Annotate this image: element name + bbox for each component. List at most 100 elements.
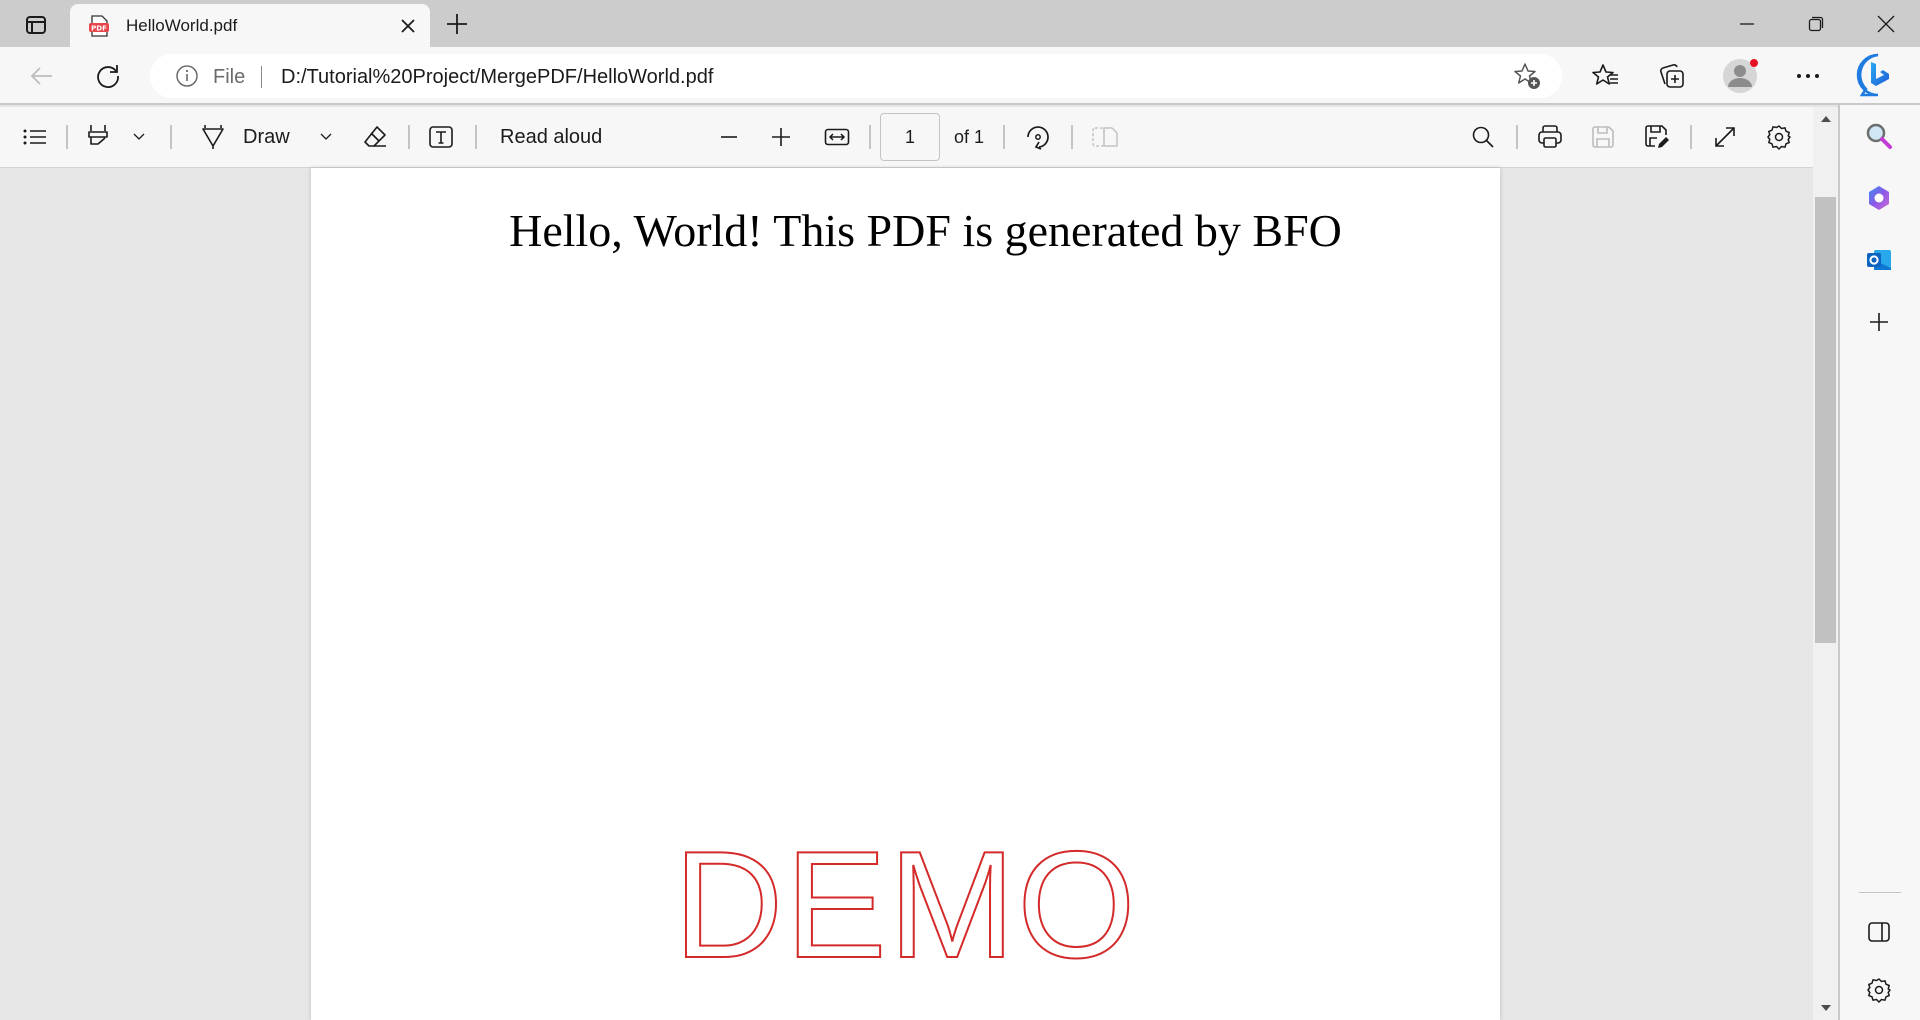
search-icon [1866,123,1892,149]
scrollbar-thumb[interactable] [1815,197,1836,643]
settings-icon [1867,978,1891,1003]
sidebar-item-microsoft-365[interactable] [1857,178,1901,218]
favorites-icon [1592,64,1618,85]
collections-icon [1660,64,1684,88]
minus-icon [721,136,737,138]
close-tab-button[interactable] [396,14,420,38]
save-as-button[interactable] [1640,121,1674,153]
read-aloud-button[interactable]: Read aloud [500,126,602,149]
highlight-button[interactable] [82,121,114,153]
save-icon [1592,126,1614,148]
tab-strip: PDF HelloWorld.pdf [0,0,1920,47]
two-page-view-icon [1092,127,1118,147]
toolbar-divider [869,125,871,149]
page-total-label: of 1 [954,127,985,147]
toolbar-divider [66,125,68,149]
toolbar-divider [475,125,477,149]
back-button[interactable] [22,57,62,95]
minimize-button[interactable] [1725,8,1769,40]
draw-label[interactable]: Draw [243,126,290,149]
url-text[interactable]: D:/Tutorial%20Project/MergePDF/HelloWorl… [281,66,713,89]
hide-sidebar-icon [1868,922,1890,942]
active-tab[interactable]: PDF HelloWorld.pdf [70,4,430,47]
bing-copilot-icon [1856,53,1889,97]
back-arrow-icon [30,67,52,85]
favorites-button[interactable] [1586,57,1626,95]
demo-watermark: DEMO [673,819,1138,991]
sidebar-add-button[interactable] [1857,302,1901,342]
arrow-up-icon [1820,116,1831,122]
page-number-input[interactable]: 1 [880,113,940,161]
rotate-button[interactable] [1021,121,1055,153]
address-separator [261,66,262,88]
fullscreen-button[interactable] [1708,121,1742,153]
sidebar-item-outlook[interactable] [1857,240,1901,280]
expand-icon [1715,127,1735,147]
minimize-icon [1740,23,1754,25]
search-icon [1472,126,1494,148]
erase-button[interactable] [358,121,392,153]
more-icon [1797,74,1819,78]
svg-text:PDF: PDF [91,24,107,32]
find-button[interactable] [1466,121,1500,153]
restore-icon [1808,16,1824,32]
add-text-button[interactable] [424,121,458,153]
microsoft-365-icon [1869,186,1889,210]
toolbar-divider [1071,125,1073,149]
print-button[interactable] [1533,121,1567,153]
outlook-icon [1867,250,1891,270]
highlight-options-button[interactable] [128,125,150,149]
close-window-button[interactable] [1864,8,1908,40]
tab-actions-icon [26,16,46,34]
page-view-button [1088,121,1122,153]
vertical-scrollbar[interactable] [1813,107,1838,1020]
table-of-contents-icon [23,129,46,145]
draw-button[interactable] [196,121,230,153]
zoom-in-button[interactable] [764,121,798,153]
toolbar-divider [170,125,172,149]
toolbar-divider [1690,125,1692,149]
avatar [1723,59,1758,93]
profile-button[interactable] [1718,55,1762,97]
scroll-up-button[interactable] [1813,111,1838,127]
add-favorite-button[interactable] [1510,60,1544,92]
zoom-out-button[interactable] [712,121,746,153]
site-info-button[interactable] [174,63,200,89]
sidebar-settings-button[interactable] [1857,970,1901,1010]
sidebar-item-search[interactable] [1857,116,1901,156]
copilot-button[interactable] [1852,49,1904,101]
fit-width-button[interactable] [820,121,854,153]
refresh-button[interactable] [88,57,128,95]
address-bar[interactable]: File D:/Tutorial%20Project/MergePDF/Hell… [150,54,1562,98]
pdf-settings-button[interactable] [1762,121,1796,153]
hide-sidebar-button[interactable] [1857,912,1901,952]
restore-button[interactable] [1794,8,1838,40]
scroll-down-button[interactable] [1813,1000,1838,1016]
more-button[interactable] [1788,57,1828,95]
text-box-icon [429,126,453,148]
add-icon [1870,313,1888,331]
pdf-page: Hello, World! This PDF is generated by B… [311,168,1500,1020]
pdf-icon: PDF [89,15,109,37]
pdf-toolbar: Draw Read aloud 1 of 1 [0,107,1813,168]
printer-icon [1538,125,1562,148]
contents-button[interactable] [18,121,52,153]
document-headline: Hello, World! This PDF is generated by B… [509,205,1342,256]
refresh-icon [97,65,119,88]
tab-actions-button[interactable] [20,10,52,40]
toolbar-divider [1516,125,1518,149]
sidebar-divider [1859,892,1901,893]
star-add-icon [1514,63,1540,89]
settings-icon [1767,125,1791,150]
save-as-icon [1645,125,1669,148]
collections-button[interactable] [1652,57,1692,95]
scheme-label: File [213,66,246,88]
highlighter-icon [88,125,108,145]
navigation-bar: File D:/Tutorial%20Project/MergePDF/Hell… [0,47,1920,105]
draw-options-button[interactable] [315,125,337,149]
new-tab-button[interactable] [440,8,474,40]
close-window-icon [1877,15,1895,33]
edge-sidebar [1838,105,1920,1020]
close-icon [401,19,415,33]
chevron-down-icon [320,133,332,140]
